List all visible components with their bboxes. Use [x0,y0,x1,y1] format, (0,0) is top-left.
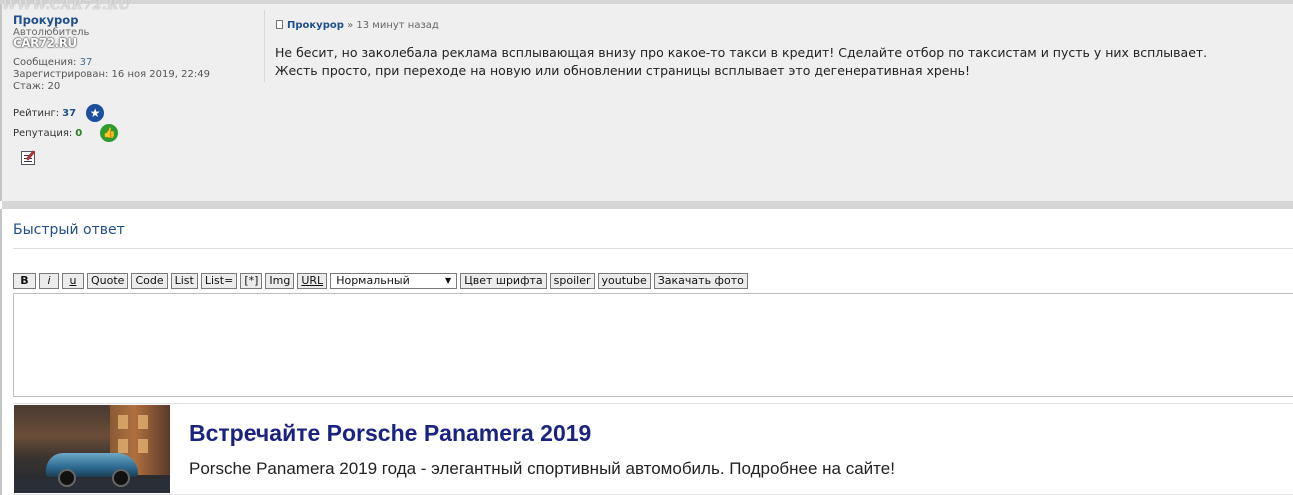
tenure-label: Стаж: [13,81,45,92]
star-icon[interactable]: ★ [86,104,105,122]
quick-reply-title: Быстрый ответ [13,222,125,238]
registered-label: Зарегистрирован: [13,69,109,80]
tenure-stat: Стаж: 20 [13,81,210,93]
post-vertical-divider [264,10,265,82]
author-avatar-logo: CAR72.RU [13,36,77,50]
post-body: Не бесит, но заколебала реклама всплываю… [275,44,1275,80]
quote-button[interactable]: Quote [87,273,129,289]
ad-banner[interactable]: Встречайте Porsche Panamera 2019 Porsche… [13,403,1293,495]
ad-image-window [138,415,148,429]
site-watermark: WWW.CAR72.RU [2,0,131,13]
reputation-row: Репутация: 0 👍 [13,123,119,143]
author-name[interactable]: Прокурор [13,13,258,27]
ad-image-window [118,415,128,429]
ordered-list-button[interactable]: List= [200,273,238,289]
tenure-value: 20 [47,81,61,92]
font-size-select-value: Нормальный [336,274,410,287]
post-header-separator: » [347,20,354,31]
post-author-link[interactable]: Прокурор [287,20,344,31]
reputation-value[interactable]: 0 [75,128,82,139]
post-text-line: Не бесит, но заколебала реклама всплываю… [275,45,1208,60]
ad-image-ground [14,479,170,493]
rating-block: Рейтинг: 37 ★ Репутация: 0 👍 [13,103,119,143]
registered-value: 16 ноя 2019, 22:49 [111,69,210,80]
code-button[interactable]: Code [131,273,168,289]
url-button[interactable]: URL [297,273,328,289]
ad-car-image[interactable] [14,405,170,493]
youtube-button[interactable]: youtube [597,273,651,289]
author-panel: Прокурор Автолюбитель CAR72.RU [13,13,258,50]
rating-row: Рейтинг: 37 ★ [13,103,118,123]
edit-profile-icon[interactable] [21,151,35,165]
ad-title[interactable]: Встречайте Porsche Panamera 2019 [189,420,591,447]
list-item-button[interactable]: [*] [240,273,263,289]
messages-value[interactable]: 37 [80,57,93,68]
upload-photo-button[interactable]: Закачать фото [653,273,748,289]
reply-textarea[interactable] [13,293,1293,397]
rating-value[interactable]: 37 [62,108,76,119]
quick-reply-divider [13,248,1293,249]
author-stats: Сообщения: 37 Зарегистрирован: 16 ноя 20… [13,57,210,93]
ad-image-wheel [58,469,76,487]
editor-toolbar: B i u Quote Code List List= [*] Img URL … [13,273,751,289]
list-button[interactable]: List [170,273,198,289]
messages-label: Сообщения: [13,57,77,68]
registered-stat: Зарегистрирован: 16 ноя 2019, 22:49 [13,69,210,81]
rating-label: Рейтинг: [13,107,60,119]
font-size-select[interactable]: Нормальный ▼ [330,273,458,289]
top-divider [0,0,1293,4]
ad-image-window [138,439,148,453]
reputation-label: Репутация: [13,127,73,139]
thumbs-up-icon[interactable]: 👍 [100,124,119,142]
spoiler-button[interactable]: spoiler [549,273,595,289]
ad-text[interactable]: Porsche Panamera 2019 года - элегантный … [189,459,895,479]
left-border [0,209,2,495]
underline-button[interactable]: u [62,273,84,289]
ad-image-wheel [112,469,130,487]
section-divider [2,201,1293,209]
ad-image-window [118,439,128,453]
image-button[interactable]: Img [265,273,295,289]
italic-button[interactable]: i [39,273,59,289]
font-color-button[interactable]: Цвет шрифта [460,273,547,289]
post-document-icon[interactable] [276,20,283,29]
post-text-line: Жесть просто, при переходе на новую или … [275,63,971,78]
post-time: 13 минут назад [356,20,439,31]
post-header: Прокурор » 13 минут назад [276,20,439,31]
messages-stat: Сообщения: 37 [13,57,210,69]
bold-button[interactable]: B [13,273,36,289]
dropdown-arrow-icon: ▼ [445,276,452,285]
